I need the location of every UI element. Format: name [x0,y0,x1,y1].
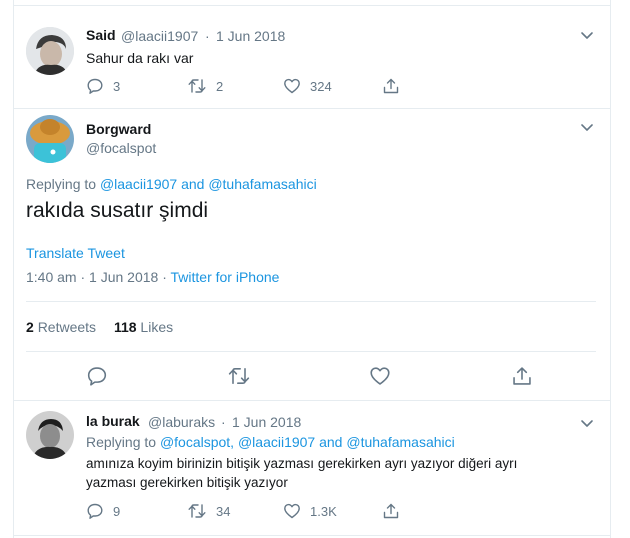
like-icon [370,367,390,385]
replying-to-label: Replying to [26,176,97,192]
chevron-down-icon[interactable] [580,31,594,41]
author-name[interactable]: la burak [86,413,140,429]
like-stat-label: Likes [140,319,174,335]
divider [14,108,610,109]
retweet-button[interactable]: 2 [187,75,223,97]
retweet-count: 2 [216,78,224,94]
tweet-stats: 2 Retweets 118 Likes [26,319,173,335]
retweet-icon [188,79,206,93]
share-icon [513,367,531,385]
share-icon [383,78,399,94]
reply-button[interactable]: 3 [86,75,120,97]
tweet-date[interactable]: 1 Jun 2018 [232,414,301,430]
avatar[interactable] [26,411,74,459]
divider [14,535,610,536]
author-name[interactable]: Said [86,27,116,43]
reply-icon [87,503,103,519]
retweet-stat[interactable]: 2 Retweets [26,319,96,335]
author-handle[interactable]: @laacii1907 [121,28,198,44]
replying-to-mentions[interactable]: @focalspot, @laacii1907 and @tuhafamasah… [160,434,455,450]
replying-to-mentions[interactable]: @laacii1907 and @tuhafamasahici [100,176,317,192]
like-count: 324 [310,78,332,94]
dot-separator: · [205,28,210,44]
share-button[interactable] [511,365,533,387]
like-button[interactable] [369,365,391,387]
avatar-said-image [26,27,74,75]
dot-separator: · [221,414,226,430]
like-button[interactable]: 324 [283,75,332,97]
like-stat-count: 118 [113,319,137,335]
author-handle[interactable]: @laburaks [148,414,215,430]
replying-to: Replying to @laacii1907 and @tuhafamasah… [26,176,317,192]
tweet-text: rakıda susatır şimdi [26,199,209,222]
share-icon [383,503,399,519]
retweet-stat-label: Retweets [37,319,97,335]
chevron-down-icon[interactable] [580,419,594,429]
like-count: 1.3K [310,503,337,519]
tweet-source[interactable]: Twitter for iPhone [171,269,280,285]
reply-icon [87,78,103,94]
reply-icon [87,367,107,386]
tweet-timestamp[interactable]: 1:40 am · 1 Jun 2018 · [26,269,171,285]
replying-to: Replying to @focalspot, @laacii1907 and … [86,434,455,450]
avatar[interactable] [26,115,74,163]
reply-button[interactable]: 9 [86,500,120,522]
like-stat[interactable]: 118 Likes [114,319,173,335]
previous-tweet-edge [13,0,611,6]
reply-count: 3 [113,78,121,94]
divider [26,301,596,302]
author-handle[interactable]: @focalspot [86,140,156,156]
chevron-down-icon[interactable] [580,123,594,133]
translate-link[interactable]: Translate Tweet [26,245,125,261]
retweet-stat-count: 2 [26,319,34,335]
avatar[interactable] [26,27,74,75]
like-icon [284,78,300,94]
divider [14,400,610,401]
avatar-laburak-image [26,411,74,459]
share-button[interactable] [382,500,400,522]
tweet-date[interactable]: 1 Jun 2018 [216,28,285,44]
reply-button[interactable] [86,365,108,387]
share-button[interactable] [382,75,400,97]
tweet-text: Sahur da rakı var [86,50,194,66]
like-button[interactable]: 1.3K [283,500,337,522]
retweet-icon [188,504,206,518]
divider [26,351,596,352]
tweet-text-line-1: amınıza koyim birinizin bitişik yazması … [86,456,518,471]
retweet-count: 34 [216,503,231,519]
tweet-text-line-2: yazması gerekirken bitişik yazıyor [86,475,288,490]
retweet-button[interactable] [227,365,251,387]
avatar-borgward-image [26,115,74,163]
author-name[interactable]: Borgward [86,121,151,137]
reply-count: 9 [113,503,121,519]
tweet-meta: 1:40 am · 1 Jun 2018 · Twitter for iPhon… [26,269,279,285]
retweet-button[interactable]: 34 [187,500,230,522]
retweet-icon [228,368,250,384]
like-icon [284,503,300,519]
replying-to-label: Replying to [86,434,157,450]
